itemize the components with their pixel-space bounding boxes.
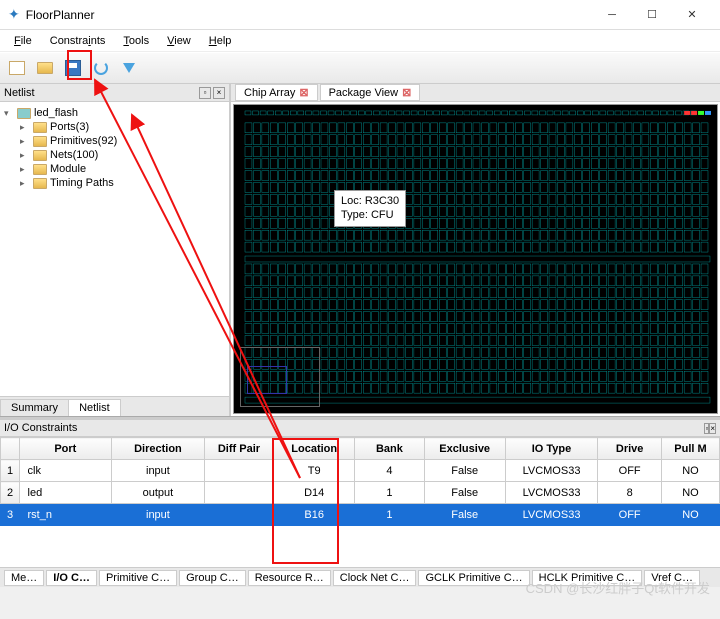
ftab-me[interactable]: Me… bbox=[4, 570, 44, 586]
io-constraints-panel: I/O Constraints ▫× Port Direction Diff P… bbox=[0, 419, 720, 567]
app-logo-icon: ✦ bbox=[8, 6, 20, 23]
table-row[interactable]: 1 clk input T9 4 False LVCMOS33 OFF NO bbox=[1, 460, 720, 482]
panel-close-icon[interactable]: × bbox=[213, 87, 225, 99]
col-iotype[interactable]: IO Type bbox=[505, 438, 598, 460]
chip-canvas[interactable]: Loc: R3C30 Type: CFU bbox=[233, 104, 718, 414]
title-bar: ✦ FloorPlanner ─ ☐ ✕ bbox=[0, 0, 720, 30]
caret-down-icon[interactable]: ▾ bbox=[4, 108, 14, 119]
save-button[interactable] bbox=[62, 57, 84, 79]
download-icon bbox=[123, 63, 135, 73]
tree-item-primitives[interactable]: ▸ Primitives(92) bbox=[2, 134, 227, 148]
io-header-row: Port Direction Diff Pair Location Bank E… bbox=[1, 438, 720, 460]
new-icon bbox=[9, 61, 25, 75]
menu-tools[interactable]: Tools bbox=[115, 33, 157, 49]
window-title: FloorPlanner bbox=[26, 8, 592, 22]
reload-icon bbox=[94, 61, 108, 75]
tab-close-icon[interactable]: ⊠ bbox=[299, 86, 308, 99]
io-table[interactable]: Port Direction Diff Pair Location Bank E… bbox=[0, 437, 720, 526]
panel-close-icon[interactable]: × bbox=[709, 423, 716, 434]
tree-root-label: led_flash bbox=[34, 107, 78, 119]
folder-icon bbox=[33, 164, 47, 175]
tree-root[interactable]: ▾ led_flash bbox=[2, 106, 227, 120]
ftab-io[interactable]: I/O C… bbox=[46, 570, 97, 586]
new-button[interactable] bbox=[6, 57, 28, 79]
ftab-res[interactable]: Resource R… bbox=[248, 570, 331, 586]
save-icon bbox=[65, 60, 81, 76]
chip-tabs: Chip Array⊠ Package View⊠ bbox=[231, 84, 720, 102]
tab-chip-array[interactable]: Chip Array⊠ bbox=[235, 84, 318, 101]
col-pull[interactable]: Pull M bbox=[661, 438, 719, 460]
folder-icon bbox=[33, 136, 47, 147]
col-location[interactable]: Location bbox=[274, 438, 355, 460]
io-title-text: I/O Constraints bbox=[4, 422, 77, 434]
folder-icon bbox=[33, 122, 47, 133]
tree-label: Ports(3) bbox=[50, 121, 89, 133]
tab-netlist[interactable]: Netlist bbox=[68, 399, 121, 416]
tree-label: Timing Paths bbox=[50, 177, 114, 189]
table-row[interactable]: 2 led output D14 1 False LVCMOS33 8 NO bbox=[1, 482, 720, 504]
toolbar bbox=[0, 52, 720, 84]
chip-tooltip: Loc: R3C30 Type: CFU bbox=[334, 190, 406, 227]
menu-bar: File Constraints Tools View Help bbox=[0, 30, 720, 52]
menu-help[interactable]: Help bbox=[201, 33, 240, 49]
col-drive[interactable]: Drive bbox=[598, 438, 662, 460]
close-button[interactable]: ✕ bbox=[672, 1, 712, 29]
folder-icon bbox=[33, 150, 47, 161]
caret-right-icon[interactable]: ▸ bbox=[20, 136, 30, 147]
ftab-gclk[interactable]: GCLK Primitive C… bbox=[418, 570, 529, 586]
caret-right-icon[interactable]: ▸ bbox=[20, 164, 30, 175]
nav-thumbnail[interactable] bbox=[240, 347, 320, 407]
maximize-button[interactable]: ☐ bbox=[632, 1, 672, 29]
menu-view[interactable]: View bbox=[159, 33, 199, 49]
caret-right-icon[interactable]: ▸ bbox=[20, 178, 30, 189]
caret-right-icon[interactable]: ▸ bbox=[20, 122, 30, 133]
io-panel-title: I/O Constraints ▫× bbox=[0, 420, 720, 437]
tree-item-module[interactable]: ▸ Module bbox=[2, 162, 227, 176]
netlist-sidebar: Netlist ▫× ▾ led_flash ▸ Ports(3) ▸ Primit… bbox=[0, 84, 230, 416]
col-port[interactable]: Port bbox=[19, 438, 112, 460]
nav-view-rect[interactable] bbox=[247, 366, 287, 394]
col-exclusive[interactable]: Exclusive bbox=[424, 438, 505, 460]
download-button[interactable] bbox=[118, 57, 140, 79]
tree-item-timing[interactable]: ▸ Timing Paths bbox=[2, 176, 227, 190]
tab-close-icon[interactable]: ⊠ bbox=[402, 86, 411, 99]
chip-area: Chip Array⊠ Package View⊠ Loc: R3C30 Typ… bbox=[230, 84, 720, 416]
ftab-clk[interactable]: Clock Net C… bbox=[333, 570, 417, 586]
ftab-group[interactable]: Group C… bbox=[179, 570, 246, 586]
reload-button[interactable] bbox=[90, 57, 112, 79]
ftab-prim[interactable]: Primitive C… bbox=[99, 570, 177, 586]
col-diffpair[interactable]: Diff Pair bbox=[204, 438, 273, 460]
menu-constraints[interactable]: Constraints bbox=[42, 33, 114, 49]
tooltip-loc: Loc: R3C30 bbox=[341, 194, 399, 208]
col-bank[interactable]: Bank bbox=[355, 438, 424, 460]
tree-label: Module bbox=[50, 163, 86, 175]
menu-file[interactable]: File bbox=[6, 33, 40, 49]
tab-package-view[interactable]: Package View⊠ bbox=[320, 84, 421, 101]
minimize-button[interactable]: ─ bbox=[592, 1, 632, 29]
chip-icon bbox=[17, 108, 31, 119]
table-row-selected[interactable]: 3 rst_n input B16 1 False LVCMOS33 OFF N… bbox=[1, 504, 720, 526]
sidebar-bottom-tabs: Summary Netlist bbox=[0, 396, 229, 416]
tree-item-ports[interactable]: ▸ Ports(3) bbox=[2, 120, 227, 134]
col-direction[interactable]: Direction bbox=[112, 438, 205, 460]
tree-label: Primitives(92) bbox=[50, 135, 117, 147]
folder-open-icon bbox=[37, 62, 53, 74]
tab-summary[interactable]: Summary bbox=[0, 399, 69, 416]
netlist-title-text: Netlist bbox=[4, 87, 35, 99]
watermark-text: CSDN @长沙红胖子Qt软件开发 bbox=[526, 578, 710, 597]
tree-item-nets[interactable]: ▸ Nets(100) bbox=[2, 148, 227, 162]
open-button[interactable] bbox=[34, 57, 56, 79]
caret-right-icon[interactable]: ▸ bbox=[20, 150, 30, 161]
tooltip-type: Type: CFU bbox=[341, 208, 399, 222]
panel-pin-icon[interactable]: ▫ bbox=[199, 87, 211, 99]
netlist-panel-title: Netlist ▫× bbox=[0, 84, 229, 102]
folder-icon bbox=[33, 178, 47, 189]
tree-label: Nets(100) bbox=[50, 149, 98, 161]
netlist-tree[interactable]: ▾ led_flash ▸ Ports(3) ▸ Primitives(92) ▸ N… bbox=[0, 102, 229, 396]
